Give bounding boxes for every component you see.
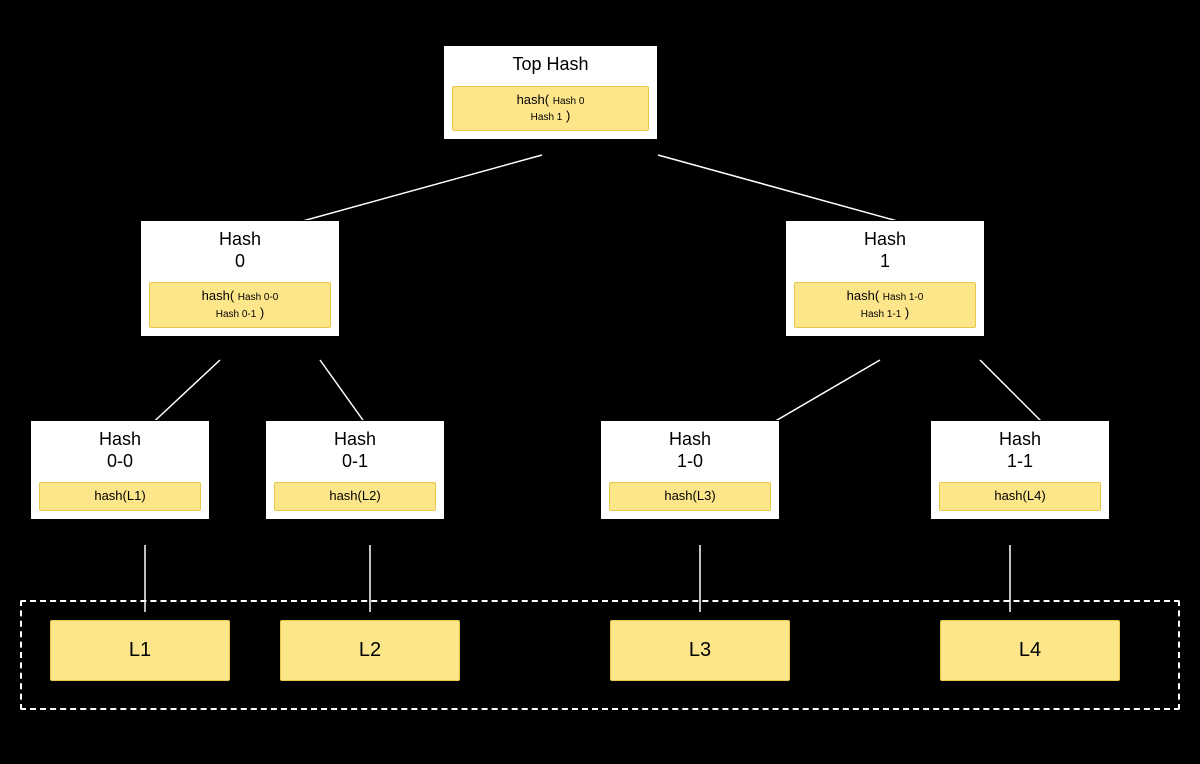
hash1-node: Hash1 hash( Hash 1-0Hash 1-1 ) <box>785 220 985 337</box>
hash1-func-close: ) <box>905 305 909 320</box>
hash01-box: hash(L2) <box>274 482 436 511</box>
merkle-tree-diagram: Top Hash hash( Hash 0Hash 1 ) Hash0 hash… <box>0 0 1200 764</box>
leaf-l1-label: L1 <box>129 639 151 661</box>
leaf-l2: L2 <box>280 620 460 681</box>
leaf-l4: L4 <box>940 620 1120 681</box>
hash01-title: Hash0-1 <box>266 421 444 476</box>
hash11-node: Hash1-1 hash(L4) <box>930 420 1110 520</box>
top-hash-func-close: ) <box>566 108 570 123</box>
hash00-box: hash(L1) <box>39 482 201 511</box>
hash0-title: Hash0 <box>141 221 339 276</box>
hash0-node: Hash0 hash( Hash 0-0Hash 0-1 ) <box>140 220 340 337</box>
hash1-box: hash( Hash 1-0Hash 1-1 ) <box>794 282 976 328</box>
hash10-title: Hash1-0 <box>601 421 779 476</box>
hash0-box: hash( Hash 0-0Hash 0-1 ) <box>149 282 331 328</box>
hash1-func-open: hash( <box>847 288 880 303</box>
top-hash-box: hash( Hash 0Hash 1 ) <box>452 86 649 132</box>
hash1-title: Hash1 <box>786 221 984 276</box>
hash10-box: hash(L3) <box>609 482 771 511</box>
top-hash-node: Top Hash hash( Hash 0Hash 1 ) <box>443 45 658 140</box>
hash01-node: Hash0-1 hash(L2) <box>265 420 445 520</box>
hash10-node: Hash1-0 hash(L3) <box>600 420 780 520</box>
hash11-box: hash(L4) <box>939 482 1101 511</box>
hash0-func-open: hash( <box>202 288 235 303</box>
hash00-title: Hash0-0 <box>31 421 209 476</box>
hash0-func-close: ) <box>260 305 264 320</box>
hash00-node: Hash0-0 hash(L1) <box>30 420 210 520</box>
leaf-l2-label: L2 <box>359 639 381 661</box>
leaf-l3: L3 <box>610 620 790 681</box>
top-hash-title: Top Hash <box>444 46 657 80</box>
top-hash-func-open: hash( <box>517 92 550 107</box>
leaf-l4-label: L4 <box>1019 639 1041 661</box>
leaf-l3-label: L3 <box>689 639 711 661</box>
leaf-l1: L1 <box>50 620 230 681</box>
hash11-title: Hash1-1 <box>931 421 1109 476</box>
